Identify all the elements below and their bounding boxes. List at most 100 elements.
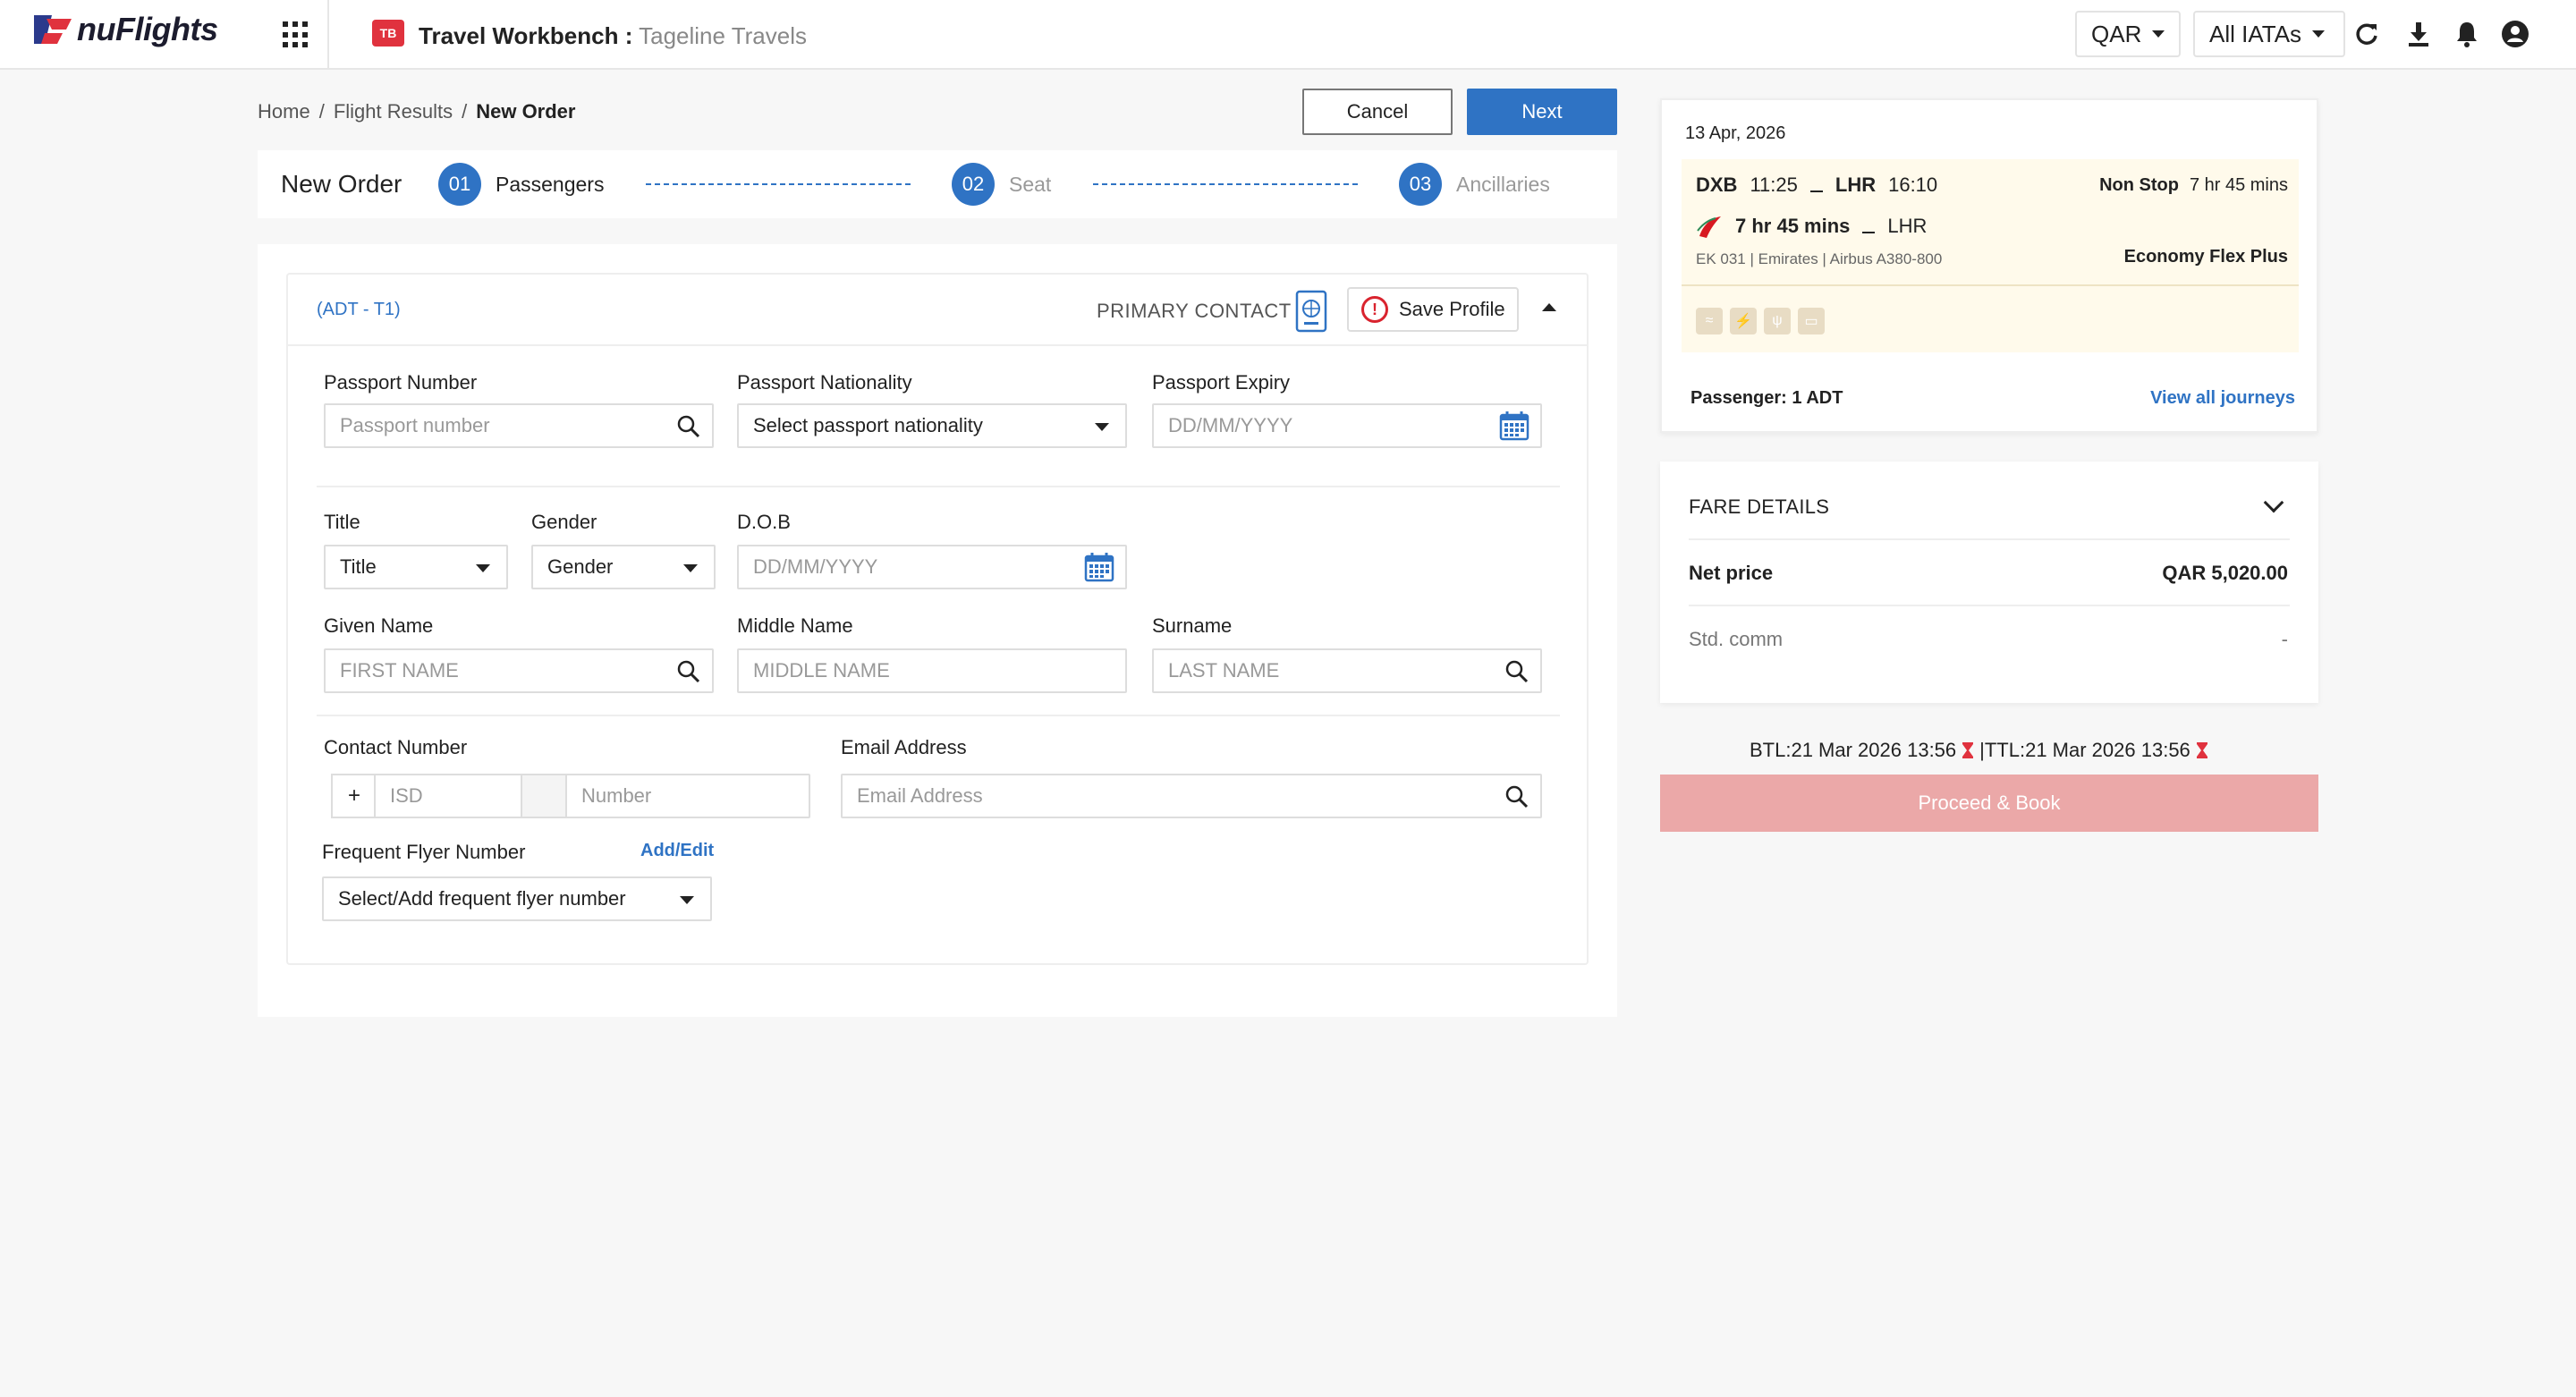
proceed-book-button[interactable]: Proceed & Book bbox=[1660, 775, 2318, 832]
route-dash bbox=[1862, 232, 1876, 233]
flight-segment: DXB 11:25 LHR 16:10 Non Stop 7 hr 45 mins… bbox=[1682, 159, 2299, 352]
step-passengers[interactable]: 01 Passengers bbox=[438, 163, 604, 206]
save-profile-button[interactable]: ! Save Profile bbox=[1347, 287, 1519, 332]
gender-select[interactable]: Gender bbox=[531, 545, 716, 589]
ttl-text: |TTL:21 Mar 2026 13:56 bbox=[1979, 739, 2190, 761]
email-input[interactable]: Email Address bbox=[841, 774, 1542, 818]
entertainment-icon: ▭ bbox=[1798, 308, 1825, 334]
logo-text: nuFlights bbox=[77, 11, 218, 47]
dob-input[interactable]: DD/MM/YYYY bbox=[737, 545, 1127, 589]
passport-nationality-select[interactable]: Select passport nationality bbox=[737, 403, 1127, 448]
breadcrumb-flight-results[interactable]: Flight Results bbox=[334, 100, 453, 123]
arrival-time: 16:10 bbox=[1888, 174, 1938, 196]
hourglass-icon bbox=[1962, 742, 1974, 758]
passenger-type-tag: (ADT - T1) bbox=[317, 300, 401, 319]
bell-icon[interactable] bbox=[2453, 20, 2481, 48]
calendar-icon[interactable] bbox=[1499, 411, 1530, 441]
chevron-down-icon bbox=[476, 564, 490, 572]
download-icon[interactable] bbox=[2404, 20, 2433, 48]
gender-label: Gender bbox=[531, 511, 597, 533]
calendar-icon[interactable] bbox=[1084, 552, 1114, 582]
step-seat[interactable]: 02 Seat bbox=[952, 163, 1051, 206]
section-divider bbox=[317, 486, 1560, 487]
title-select[interactable]: Title bbox=[324, 545, 508, 589]
app-title: Travel Workbench : Tageline Travels bbox=[419, 22, 807, 50]
chevron-down-icon[interactable] bbox=[2263, 492, 2284, 513]
contact-number-label: Contact Number bbox=[324, 736, 468, 758]
step-connector bbox=[646, 183, 911, 185]
given-name-input[interactable]: FIRST NAME bbox=[324, 648, 714, 693]
wifi-icon: ≈ bbox=[1696, 308, 1723, 334]
step-number: 02 bbox=[952, 163, 995, 206]
breadcrumb: Home / Flight Results / New Order bbox=[258, 100, 575, 123]
add-edit-ffn-link[interactable]: Add/Edit bbox=[640, 841, 714, 861]
passport-expiry-input[interactable]: DD/MM/YYYY bbox=[1152, 403, 1542, 448]
chevron-down-icon bbox=[680, 896, 694, 904]
chevron-down-icon bbox=[683, 564, 698, 572]
destination-code: LHR bbox=[1835, 174, 1877, 196]
stepper-title: New Order bbox=[281, 170, 402, 198]
gender-value: Gender bbox=[547, 555, 614, 578]
origin-code: DXB bbox=[1696, 174, 1738, 196]
segment-divider bbox=[1682, 284, 2299, 286]
title-label: Title bbox=[324, 511, 360, 533]
step-label: Ancillaries bbox=[1456, 172, 1550, 196]
next-button[interactable]: Next bbox=[1467, 89, 1617, 135]
emirates-logo-icon bbox=[1697, 216, 1721, 238]
flight-duration-row: 7 hr 45 mins LHR bbox=[1696, 213, 1927, 240]
fare-details-title: FARE DETAILS bbox=[1689, 495, 1830, 518]
journey-date: 13 Apr, 2026 bbox=[1685, 123, 1786, 143]
collapse-icon[interactable] bbox=[1542, 303, 1556, 311]
passenger-card-header: (ADT - T1) PRIMARY CONTACT ! Save Profil… bbox=[288, 275, 1587, 346]
ffn-select[interactable]: Select/Add frequent flyer number bbox=[322, 876, 712, 921]
meal-icon: ψ bbox=[1764, 308, 1791, 334]
stops-duration: Non Stop 7 hr 45 mins bbox=[2099, 175, 2288, 196]
surname-input[interactable]: LAST NAME bbox=[1152, 648, 1542, 693]
amenities: ≈ ⚡ ψ ▭ bbox=[1696, 308, 1825, 334]
middle-name-input[interactable]: MIDDLE NAME bbox=[737, 648, 1127, 693]
passport-number-input[interactable]: Passport number bbox=[324, 403, 714, 448]
step-number: 03 bbox=[1399, 163, 1442, 206]
search-icon[interactable] bbox=[1504, 784, 1530, 809]
destination-short: LHR bbox=[1887, 215, 1928, 237]
route-dash bbox=[1809, 190, 1823, 192]
top-header: nuFlights TB Travel Workbench : Tageline… bbox=[0, 0, 2576, 70]
user-account-icon[interactable] bbox=[2501, 20, 2529, 48]
step-label: Passengers bbox=[496, 172, 605, 196]
iata-select[interactable]: All IATAs bbox=[2193, 11, 2345, 57]
search-icon[interactable] bbox=[1504, 659, 1530, 684]
total-duration: 7 hr 45 mins bbox=[1735, 215, 1851, 237]
refresh-icon[interactable] bbox=[2352, 20, 2381, 48]
given-name-label: Given Name bbox=[324, 614, 434, 637]
currency-select[interactable]: QAR bbox=[2075, 11, 2181, 57]
chevron-down-icon bbox=[1095, 423, 1109, 431]
flight-route: DXB 11:25 LHR 16:10 bbox=[1696, 174, 1937, 197]
view-all-journeys-link[interactable]: View all journeys bbox=[2150, 388, 2295, 409]
search-icon[interactable] bbox=[676, 414, 701, 439]
logo-mark-icon bbox=[34, 15, 72, 44]
phone-prefix-box bbox=[521, 774, 567, 818]
isd-input[interactable]: ISD bbox=[374, 774, 522, 818]
std-comm-label: Std. comm bbox=[1689, 628, 1784, 650]
net-price-label: Net price bbox=[1689, 562, 1774, 584]
step-connector bbox=[1093, 183, 1358, 185]
nuflights-logo[interactable]: nuFlights bbox=[32, 11, 218, 48]
step-label: Seat bbox=[1009, 172, 1052, 196]
step-ancillaries[interactable]: 03 Ancillaries bbox=[1399, 163, 1550, 206]
passport-icon[interactable] bbox=[1293, 289, 1329, 334]
middle-name-label: Middle Name bbox=[737, 614, 853, 637]
title-value: Title bbox=[340, 555, 377, 578]
surname-placeholder: LAST NAME bbox=[1168, 659, 1280, 682]
breadcrumb-home[interactable]: Home bbox=[258, 100, 310, 123]
phone-number-input[interactable]: Number bbox=[565, 774, 810, 818]
dob-placeholder: DD/MM/YYYY bbox=[753, 555, 878, 578]
order-stepper: New Order 01 Passengers 02 Seat 03 Ancil… bbox=[258, 150, 1617, 218]
std-comm-value: - bbox=[2281, 628, 2288, 650]
apps-grid-icon[interactable] bbox=[283, 21, 309, 48]
cancel-button[interactable]: Cancel bbox=[1302, 89, 1453, 135]
ffn-label: Frequent Flyer Number bbox=[322, 841, 526, 863]
search-icon[interactable] bbox=[676, 659, 701, 684]
passport-number-label: Passport Number bbox=[324, 371, 478, 394]
phone-number-placeholder: Number bbox=[581, 784, 652, 807]
breadcrumb-separator: / bbox=[462, 100, 468, 123]
